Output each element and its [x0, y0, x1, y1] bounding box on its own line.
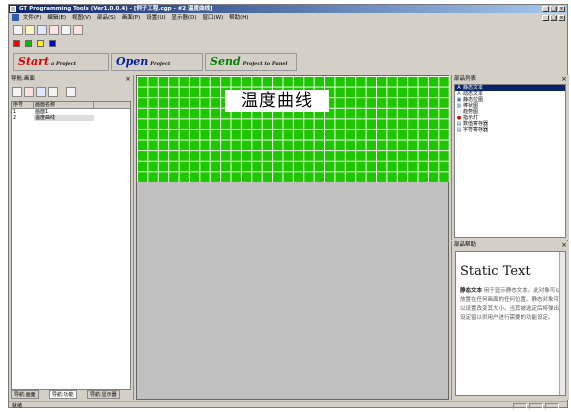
send-project-button[interactable]: Send Project to Panel: [205, 53, 297, 71]
document-icon: [12, 14, 19, 21]
open-project-button[interactable]: Open Project: [111, 53, 203, 71]
column-number[interactable]: 序号: [12, 102, 34, 109]
window-title: GT Programming Tools (Ver1.0.0.4) - [例子工…: [19, 6, 213, 12]
tab-navigation-functions[interactable]: 导航:功能: [49, 390, 77, 399]
screen-list-header: 序号 画面名称: [12, 102, 130, 109]
status-cell: [529, 403, 543, 409]
help-close-icon[interactable]: ×: [561, 241, 567, 249]
tab-navigation-screens[interactable]: 导航:画面: [11, 390, 39, 399]
help-description: 静态文本 用于显示静态文本。此对象可以放置在任何画面的任何位置。静态对象可以设置…: [460, 287, 561, 323]
start-label: Start: [18, 55, 50, 68]
navigation-panel-title: 导航:画面 ×: [9, 75, 133, 83]
minimize-button[interactable]: _: [542, 6, 549, 12]
screen-row[interactable]: 2 温度曲线: [12, 115, 130, 121]
menu-parts[interactable]: 部品(S): [97, 13, 116, 23]
help-content: Static Text 静态文本 用于显示静态文本。此对象可以放置在任何画面的任…: [455, 251, 566, 396]
menu-file[interactable]: 文件(F): [23, 13, 41, 23]
screen-properties-icon[interactable]: [66, 87, 76, 97]
delete-screen-icon[interactable]: [24, 87, 34, 97]
color-blue-swatch[interactable]: [49, 40, 56, 47]
navigation-title-text: 导航:画面: [11, 76, 35, 82]
save-icon[interactable]: [37, 25, 47, 35]
parts-list: A 静态文本 A 动态文本 ▣ 静态位图 ▥ 棒状图 ◌ 趋势图 ● 指示灯 ▤ 数值寄存器 …: [454, 84, 566, 238]
parts-help-panel: 部品帮助 × Static Text 静态文本 用于显示静态文本。此对象可以放置…: [451, 241, 569, 400]
screen-row-number: 2: [13, 115, 17, 121]
open-sublabel: Project: [150, 61, 171, 67]
maximize-button[interactable]: □: [550, 6, 557, 12]
open-folder-icon[interactable]: [25, 25, 35, 35]
title-bar: GT Programming Tools (Ver1.0.0.4) - [例子工…: [9, 5, 567, 13]
app-icon: [10, 6, 16, 12]
mdi-restore-button[interactable]: □: [550, 15, 557, 21]
help-term: 静态文本: [460, 288, 483, 294]
copy-screen-icon[interactable]: [36, 87, 46, 97]
start-project-button[interactable]: Start a Project: [13, 53, 109, 71]
screen-icon[interactable]: [49, 25, 59, 35]
part-string-register[interactable]: ▤ 字符寄存器: [455, 127, 565, 133]
parts-panel-title: 部品列表 ×: [452, 75, 569, 83]
mdi-close-button[interactable]: ×: [558, 15, 565, 21]
string-register-icon: ▤: [456, 127, 462, 133]
menu-bar: 文件(F) 编辑(E) 视图(V) 部品(S) 画面(P) 设置(U) 显示器(…: [9, 13, 567, 23]
help-scrollbar[interactable]: [559, 252, 565, 395]
menu-help[interactable]: 帮助(H): [229, 13, 248, 23]
mdi-minimize-button[interactable]: _: [542, 15, 549, 21]
new-file-icon[interactable]: [13, 25, 23, 35]
status-cell: [545, 403, 559, 409]
menu-view[interactable]: 视图(V): [72, 13, 91, 23]
menu-settings[interactable]: 设置(U): [146, 13, 165, 23]
status-cell: [513, 403, 527, 409]
help-panel-title: 部品帮助 ×: [452, 241, 569, 249]
color-green-swatch[interactable]: [25, 40, 32, 47]
open-label: Open: [116, 55, 149, 68]
screen-editor[interactable]: 温度曲线: [136, 75, 450, 400]
screen-list: 序号 画面名称 1 画面1 2 温度曲线: [11, 101, 131, 390]
parts-panel: 部品列表 × A 静态文本 A 动态文本 ▣ 静态位图 ▥ 棒状图 ◌ 趋势图 ● 指示灯 …: [451, 75, 569, 240]
menu-edit[interactable]: 编辑(E): [47, 13, 66, 23]
color-red-swatch[interactable]: [13, 40, 20, 47]
add-screen-icon[interactable]: [12, 87, 22, 97]
column-screen-name[interactable]: 画面名称: [34, 102, 94, 109]
part-label: 字符寄存器: [463, 127, 489, 133]
send-label: Send: [210, 55, 241, 68]
help-heading: Static Text: [460, 264, 531, 279]
status-text: 就绪: [12, 403, 23, 409]
menu-window[interactable]: 窗口(W): [202, 13, 223, 23]
paste-screen-icon[interactable]: [48, 87, 58, 97]
screen-row-name: 温度曲线: [34, 115, 94, 121]
navigation-panel: 导航:画面 × 序号 画面名称 1 画面1 2 温度曲线 导航:画面 导航:功能 导航…: [9, 75, 134, 400]
start-sublabel: a Project: [51, 61, 77, 67]
parts-close-icon[interactable]: ×: [561, 75, 567, 83]
menu-display[interactable]: 显示器(D): [172, 13, 197, 23]
close-button[interactable]: ×: [558, 6, 565, 12]
help-title-text: 部品帮助: [454, 242, 477, 248]
parts-title-text: 部品列表: [454, 76, 477, 82]
app-window: GT Programming Tools (Ver1.0.0.4) - [例子工…: [8, 4, 569, 409]
static-text-element[interactable]: 温度曲线: [225, 90, 329, 112]
screen-canvas-grid[interactable]: 温度曲线: [137, 76, 450, 182]
project-action-bar: Start a Project Open Project Send Project t…: [13, 53, 303, 73]
navigation-close-icon[interactable]: ×: [125, 75, 131, 83]
color-yellow-swatch[interactable]: [37, 40, 44, 47]
navigation-tabs: 导航:画面 导航:功能 导航:显示器: [11, 390, 131, 400]
download-icon[interactable]: [61, 25, 71, 35]
help-book-icon[interactable]: [73, 25, 83, 35]
menu-screen[interactable]: 画面(P): [122, 13, 141, 23]
send-sublabel: Project to Panel: [242, 61, 288, 67]
tab-navigation-displays[interactable]: 导航:显示器: [87, 390, 120, 399]
status-bar: 就绪: [9, 401, 567, 409]
